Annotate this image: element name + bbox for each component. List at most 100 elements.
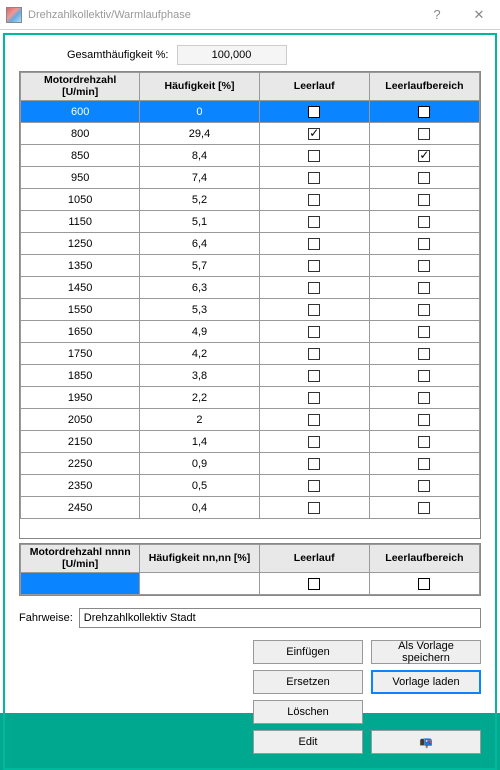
titlebar[interactable]: Drehzahlkollektiv/Warmlaufphase ? ✕: [0, 0, 500, 30]
table-row[interactable]: 80029,4: [21, 123, 480, 145]
cell-freq[interactable]: 6,3: [140, 277, 259, 299]
cell-leerlauf[interactable]: [259, 343, 369, 365]
cell-leerlaufbereich[interactable]: [369, 343, 479, 365]
checkbox-leerlauf[interactable]: [308, 502, 320, 514]
cell-leerlaufbereich[interactable]: [369, 365, 479, 387]
checkbox-leerlaufbereich[interactable]: [418, 106, 430, 118]
input-leerlaufbereich[interactable]: [369, 573, 479, 595]
cell-leerlaufbereich[interactable]: [369, 101, 479, 123]
cell-freq[interactable]: 5,2: [140, 189, 259, 211]
cell-rpm[interactable]: 1650: [21, 321, 140, 343]
fahrweise-field[interactable]: [79, 608, 481, 628]
checkbox-leerlauf[interactable]: [308, 238, 320, 250]
checkbox-leerlauf[interactable]: [308, 414, 320, 426]
col-leerlaufbereich[interactable]: Leerlauf­bereich: [369, 73, 479, 101]
table-row[interactable]: 20502: [21, 409, 480, 431]
cell-freq[interactable]: 8,4: [140, 145, 259, 167]
cell-rpm[interactable]: 1550: [21, 299, 140, 321]
cell-rpm[interactable]: 2150: [21, 431, 140, 453]
help-button[interactable]: ?: [416, 0, 458, 30]
vorlage-laden-button[interactable]: Vorlage laden: [371, 670, 481, 694]
checkbox-leerlauf[interactable]: [308, 150, 320, 162]
cell-leerlaufbereich[interactable]: [369, 255, 479, 277]
cell-rpm[interactable]: 2350: [21, 475, 140, 497]
cell-freq[interactable]: 5,7: [140, 255, 259, 277]
cell-leerlauf[interactable]: [259, 123, 369, 145]
exit-button[interactable]: 📭: [371, 730, 481, 754]
col-leerlauf[interactable]: Leerlauf: [259, 73, 369, 101]
table-row[interactable]: 9507,4: [21, 167, 480, 189]
cell-freq[interactable]: 0,5: [140, 475, 259, 497]
checkbox-leerlauf[interactable]: [308, 436, 320, 448]
cell-leerlaufbereich[interactable]: [369, 277, 479, 299]
cell-rpm[interactable]: 1850: [21, 365, 140, 387]
checkbox-leerlaufbereich[interactable]: [418, 348, 430, 360]
cell-leerlaufbereich[interactable]: [369, 453, 479, 475]
cell-leerlaufbereich[interactable]: [369, 145, 479, 167]
cell-leerlaufbereich[interactable]: [369, 475, 479, 497]
checkbox-leerlauf[interactable]: [308, 260, 320, 272]
cell-leerlaufbereich[interactable]: [369, 299, 479, 321]
cell-rpm[interactable]: 1150: [21, 211, 140, 233]
cell-leerlauf[interactable]: [259, 321, 369, 343]
cell-rpm[interactable]: 850: [21, 145, 140, 167]
einfuegen-button[interactable]: Einfügen: [253, 640, 363, 664]
cell-leerlauf[interactable]: [259, 233, 369, 255]
cell-leerlaufbereich[interactable]: [369, 431, 479, 453]
checkbox-leerlaufbereich[interactable]: [418, 414, 430, 426]
cell-leerlauf[interactable]: [259, 453, 369, 475]
cell-freq[interactable]: 7,4: [140, 167, 259, 189]
checkbox-leerlauf[interactable]: [308, 216, 320, 228]
cell-leerlaufbereich[interactable]: [369, 189, 479, 211]
als-vorlage-speichern-button[interactable]: Als Vorlage speichern: [371, 640, 481, 664]
cell-rpm[interactable]: 950: [21, 167, 140, 189]
table-row[interactable]: 10505,2: [21, 189, 480, 211]
checkbox-leerlaufbereich[interactable]: [418, 172, 430, 184]
cell-freq[interactable]: 1,4: [140, 431, 259, 453]
cell-rpm[interactable]: 1350: [21, 255, 140, 277]
cell-freq[interactable]: 0,9: [140, 453, 259, 475]
cell-rpm[interactable]: 800: [21, 123, 140, 145]
checkbox-leerlaufbereich[interactable]: [418, 436, 430, 448]
cell-rpm[interactable]: 600: [21, 101, 140, 123]
checkbox-leerlauf[interactable]: [308, 128, 320, 140]
table-row[interactable]: 13505,7: [21, 255, 480, 277]
cell-leerlauf[interactable]: [259, 365, 369, 387]
main-grid[interactable]: Motordrehzahl [U/min] Häufigkeit [%] Lee…: [19, 71, 481, 539]
checkbox-leerlauf[interactable]: [308, 304, 320, 316]
cell-leerlaufbereich[interactable]: [369, 167, 479, 189]
cell-rpm[interactable]: 1050: [21, 189, 140, 211]
checkbox-leerlauf[interactable]: [308, 480, 320, 492]
input-freq[interactable]: [140, 573, 259, 595]
cell-freq[interactable]: 0,4: [140, 497, 259, 519]
cell-leerlauf[interactable]: [259, 431, 369, 453]
cell-leerlauf[interactable]: [259, 409, 369, 431]
checkbox-leerlaufbereich[interactable]: [418, 238, 430, 250]
cell-leerlaufbereich[interactable]: [369, 321, 479, 343]
table-row[interactable]: 12506,4: [21, 233, 480, 255]
col-freq[interactable]: Häufigkeit [%]: [140, 73, 259, 101]
input-rpm[interactable]: [21, 573, 140, 595]
checkbox-leerlauf[interactable]: [308, 458, 320, 470]
checkbox-leerlaufbereich[interactable]: [418, 216, 430, 228]
checkbox-leerlauf[interactable]: [308, 194, 320, 206]
cell-rpm[interactable]: 1750: [21, 343, 140, 365]
cell-rpm[interactable]: 2050: [21, 409, 140, 431]
col2-leerlaufbereich[interactable]: Leerlauf­bereich: [369, 545, 479, 573]
cell-leerlauf[interactable]: [259, 101, 369, 123]
checkbox-leerlaufbereich[interactable]: [418, 304, 430, 316]
cell-rpm[interactable]: 2450: [21, 497, 140, 519]
cell-leerlauf[interactable]: [259, 189, 369, 211]
cell-leerlauf[interactable]: [259, 475, 369, 497]
cell-freq[interactable]: 5,1: [140, 211, 259, 233]
cell-rpm[interactable]: 1950: [21, 387, 140, 409]
cell-leerlaufbereich[interactable]: [369, 409, 479, 431]
edit-button[interactable]: Edit: [253, 730, 363, 754]
cell-freq[interactable]: 4,2: [140, 343, 259, 365]
cell-leerlauf[interactable]: [259, 299, 369, 321]
table-row[interactable]: 11505,1: [21, 211, 480, 233]
table-row[interactable]: 14506,3: [21, 277, 480, 299]
table-row[interactable]: 21501,4: [21, 431, 480, 453]
checkbox-leerlauf[interactable]: [308, 282, 320, 294]
col2-rpm[interactable]: Motordrehzahl nnnn [U/min]: [21, 545, 140, 573]
